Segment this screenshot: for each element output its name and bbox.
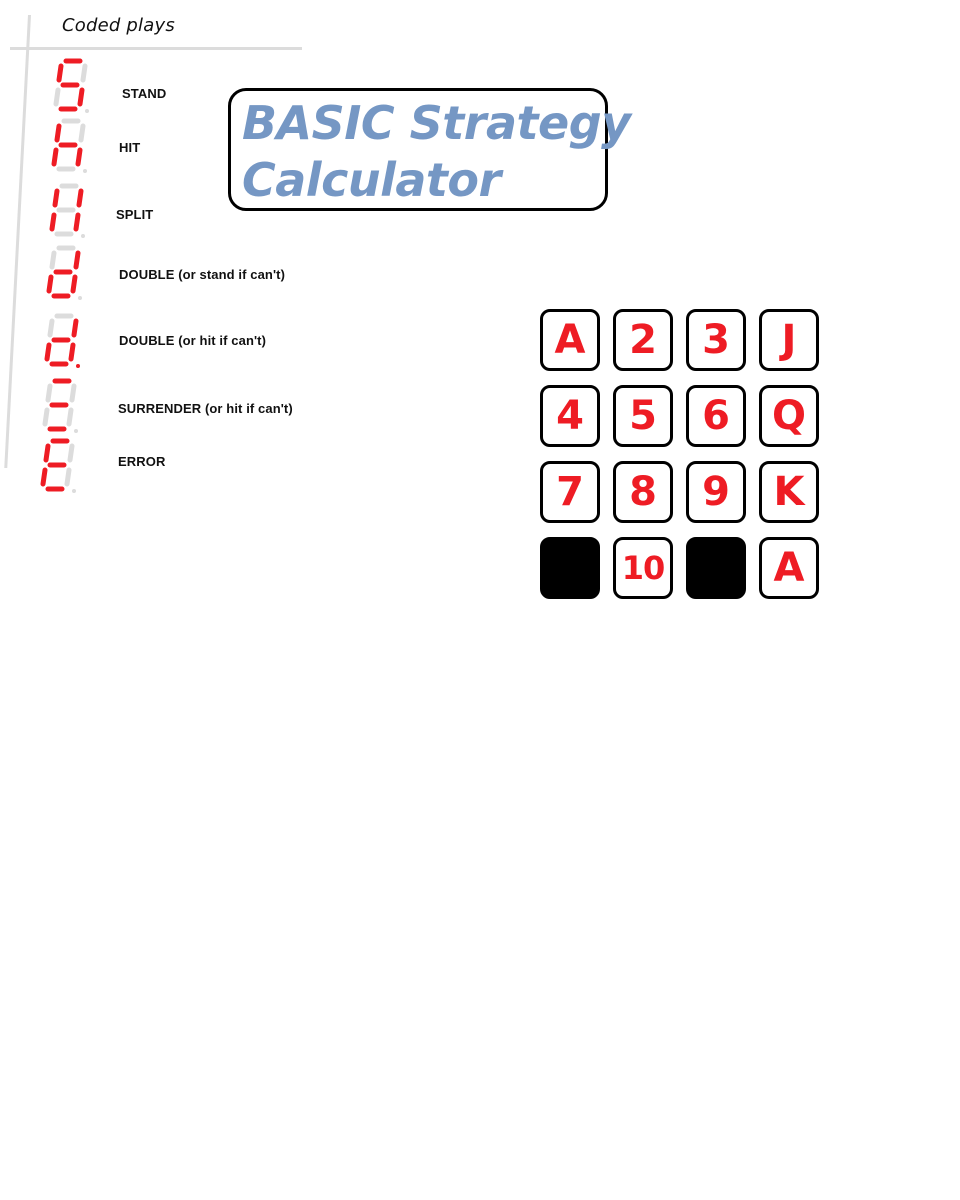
segment-f [47,318,55,338]
segment-c [77,87,85,107]
segment-f [52,188,60,208]
segment-b [67,443,75,463]
legend-vertical-divider [4,15,32,468]
segment-dp [85,109,89,113]
card-key-8[interactable]: 8 [613,461,673,523]
segment-e [40,467,48,487]
legend-horizontal-divider [10,47,302,50]
segment-b [69,383,77,403]
segment-f [54,123,62,143]
seven-segment-code-icon [50,118,90,173]
legend-label: SURRENDER (or hit if can't) [118,401,293,416]
segment-c [75,147,83,167]
segment-dp [83,169,87,173]
legend-label: ERROR [118,454,166,469]
segment-c [70,274,78,294]
seven-segment-code-icon [41,378,81,433]
segment-e [42,407,50,427]
segment-e [44,342,52,362]
segment-f [45,383,53,403]
segment-dp [74,429,78,433]
segment-e [53,87,61,107]
seven-segment-code-icon [45,245,85,300]
segment-b [80,63,88,83]
segment-c [66,407,74,427]
card-key-4[interactable]: 4 [540,385,600,447]
segment-c [64,467,72,487]
card-key-5[interactable]: 5 [613,385,673,447]
segment-dp [76,364,80,368]
card-key-k[interactable]: K [759,461,819,523]
segment-e [46,274,54,294]
card-key-j[interactable]: J [759,309,819,371]
blank-key[interactable] [540,537,600,599]
segment-c [73,212,81,232]
seven-segment-code-icon [52,58,92,113]
segment-dp [78,296,82,300]
card-key-10[interactable]: 10 [613,537,673,599]
legend-label: DOUBLE (or stand if can't) [119,267,286,282]
seven-segment-code-icon [48,183,88,238]
card-key-7[interactable]: 7 [540,461,600,523]
segment-dp [81,234,85,238]
segment-e [51,147,59,167]
segment-b [73,250,81,270]
segment-b [78,123,86,143]
card-key-6[interactable]: 6 [686,385,746,447]
segment-b [76,188,84,208]
card-key-a[interactable]: A [540,309,600,371]
segment-dp [72,489,76,493]
app-title-line-1: BASIC Strategy [242,96,631,150]
blank-key[interactable] [686,537,746,599]
legend-label: STAND [122,86,167,101]
legend-label: SPLIT [116,207,154,222]
legend-title: Coded plays [62,15,175,36]
app-title-box: BASIC Strategy Calculator [228,88,631,211]
segment-b [71,318,79,338]
segment-f [56,63,64,83]
legend-label: HIT [119,140,141,155]
segment-e [49,212,57,232]
legend-label: DOUBLE (or hit if can't) [119,333,267,348]
segment-c [68,342,76,362]
card-key-9[interactable]: 9 [686,461,746,523]
segment-f [49,250,57,270]
card-key-a[interactable]: A [759,537,819,599]
card-key-3[interactable]: 3 [686,309,746,371]
segment-f [43,443,51,463]
app-title-line-2: Calculator [242,153,501,207]
card-key-q[interactable]: Q [759,385,819,447]
card-key-2[interactable]: 2 [613,309,673,371]
seven-segment-code-icon [43,313,83,368]
seven-segment-code-icon [39,438,79,493]
